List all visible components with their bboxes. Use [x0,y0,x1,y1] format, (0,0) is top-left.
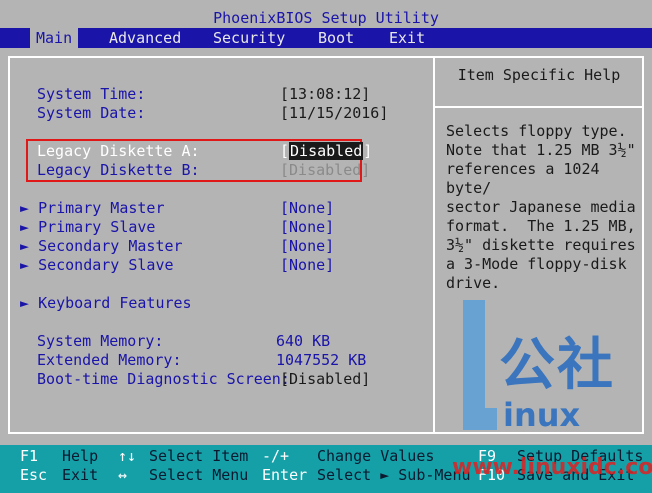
f1-label: Help [62,447,99,465]
status-bar: F1 Help Esc Exit ↑↓ Select Item ↔ Select… [0,445,652,493]
watermark-brand: 公社 [499,333,615,398]
submenu-arrow-icon: ► [20,199,30,217]
tab-main[interactable]: Main [30,28,79,48]
tab-boot[interactable]: Boot [312,28,360,48]
plusminus-label: Change Values [317,447,435,465]
updown-arrows-icon: ↑↓ [118,447,137,465]
secondary-slave-value: [None] [280,256,335,274]
tab-security[interactable]: Security [207,28,291,48]
help-title: Item Specific Help [457,66,621,84]
esc-key: Esc [20,466,48,484]
watermark-url: www.linuxidc.com [452,455,652,480]
bios-title: PhoenixBIOS Setup Utility [213,9,439,27]
menu-bar: Main Advanced Security Boot Exit [0,28,652,48]
secondary-slave-item[interactable]: ► Secondary Slave [20,256,174,275]
tab-advanced[interactable]: Advanced [103,28,187,48]
system-memory-label: System Memory: [37,332,164,350]
legacy-diskette-a-label: Legacy Diskette A: [37,142,200,160]
leftright-label: Select Menu [149,466,249,484]
boot-diag-label: Boot-time Diagnostic Screen: [37,370,290,388]
primary-master-value: [None] [280,199,335,217]
secondary-master-value: [None] [280,237,335,255]
updown-label: Select Item [149,447,249,465]
submenu-arrow-icon: ► [20,256,30,274]
extended-memory-label: Extended Memory: [37,351,182,369]
watermark-inux: inux [503,396,581,434]
system-date-value[interactable]: [11/15/2016] [280,104,388,123]
submenu-arrow-icon: ► [20,218,30,236]
esc-label: Exit [62,466,99,484]
system-time-label: System Time: [37,85,146,103]
system-memory-value: 640 KB [276,332,331,350]
watermark-l-shape [463,300,497,430]
boot-diag-value[interactable]: [Disabled] [280,370,370,389]
legacy-diskette-b-label: Legacy Diskette B: [37,161,200,179]
enter-key: Enter [262,466,308,484]
primary-master-item[interactable]: ► Primary Master [20,199,165,218]
legacy-diskette-a-value[interactable]: [Disabled] [280,142,372,161]
system-date-label: System Date: [37,104,146,122]
primary-slave-item[interactable]: ► Primary Slave [20,218,155,237]
enter-label: Select ► Sub-Menu [317,466,471,484]
help-title-divider [435,106,644,108]
plusminus-key: -/+ [262,447,290,465]
diskette-a-selected-value[interactable]: Disabled [289,142,364,160]
primary-slave-value: [None] [280,218,335,236]
system-time-value[interactable]: [13:08:12] [280,85,370,104]
legacy-diskette-b-value: [Disabled] [280,161,371,179]
extended-memory-value: 1047552 KB [276,351,367,369]
panel-divider [433,56,435,434]
keyboard-features-item[interactable]: ► Keyboard Features [20,294,192,313]
help-text: Selects floppy type. Note that 1.25 MB 3… [446,122,636,292]
tab-exit[interactable]: Exit [383,28,431,48]
submenu-arrow-icon: ► [20,237,30,255]
f1-key: F1 [20,447,39,465]
leftright-arrows-icon: ↔ [118,466,128,484]
watermark-logo: 公社 inux [455,300,652,450]
secondary-master-item[interactable]: ► Secondary Master [20,237,183,256]
submenu-arrow-icon: ► [20,294,30,312]
